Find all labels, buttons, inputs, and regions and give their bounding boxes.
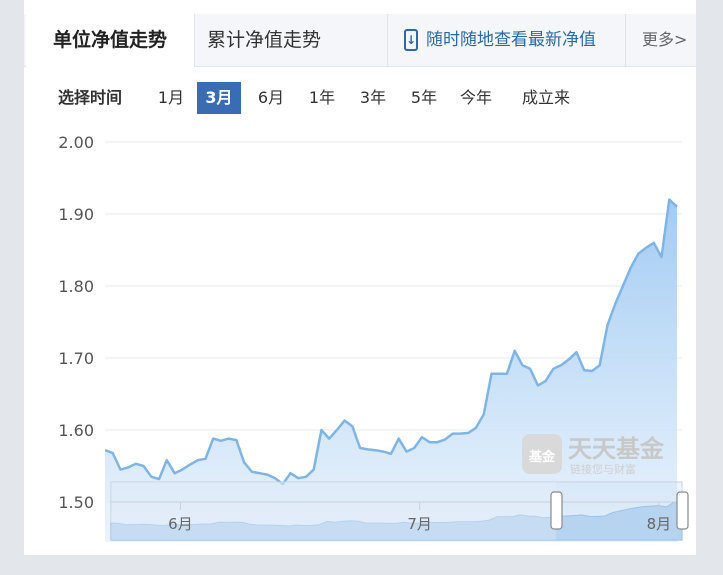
navigator-left-handle[interactable] [550,491,563,530]
watermark-slogan: 链接您与财富 [570,462,636,476]
watermark-logo-text: 基金 [528,449,556,465]
x-tick-label: 6月 [168,515,193,533]
y-tick-label: 1.60 [58,421,94,440]
watermark-brand: 天天基金 [568,435,665,463]
x-tick-label: 7月 [407,515,432,533]
y-tick-label: 1.50 [58,493,94,512]
y-tick-label: 1.90 [58,205,94,224]
navigator-right-handle[interactable] [676,491,689,530]
range-navigator[interactable]: 6月 7月 8月 [110,481,689,541]
y-tick-label: 1.70 [58,349,94,368]
y-tick-label: 1.80 [58,277,94,296]
y-axis: 2.00 1.90 1.80 1.70 1.60 1.50 [58,133,94,512]
y-tick-label: 2.00 [58,133,94,152]
x-tick-label: 8月 [647,515,672,533]
nav-chart: 2.001.901.801.701.601.50 基金 天天基金 链接您与财富 … [58,133,689,542]
